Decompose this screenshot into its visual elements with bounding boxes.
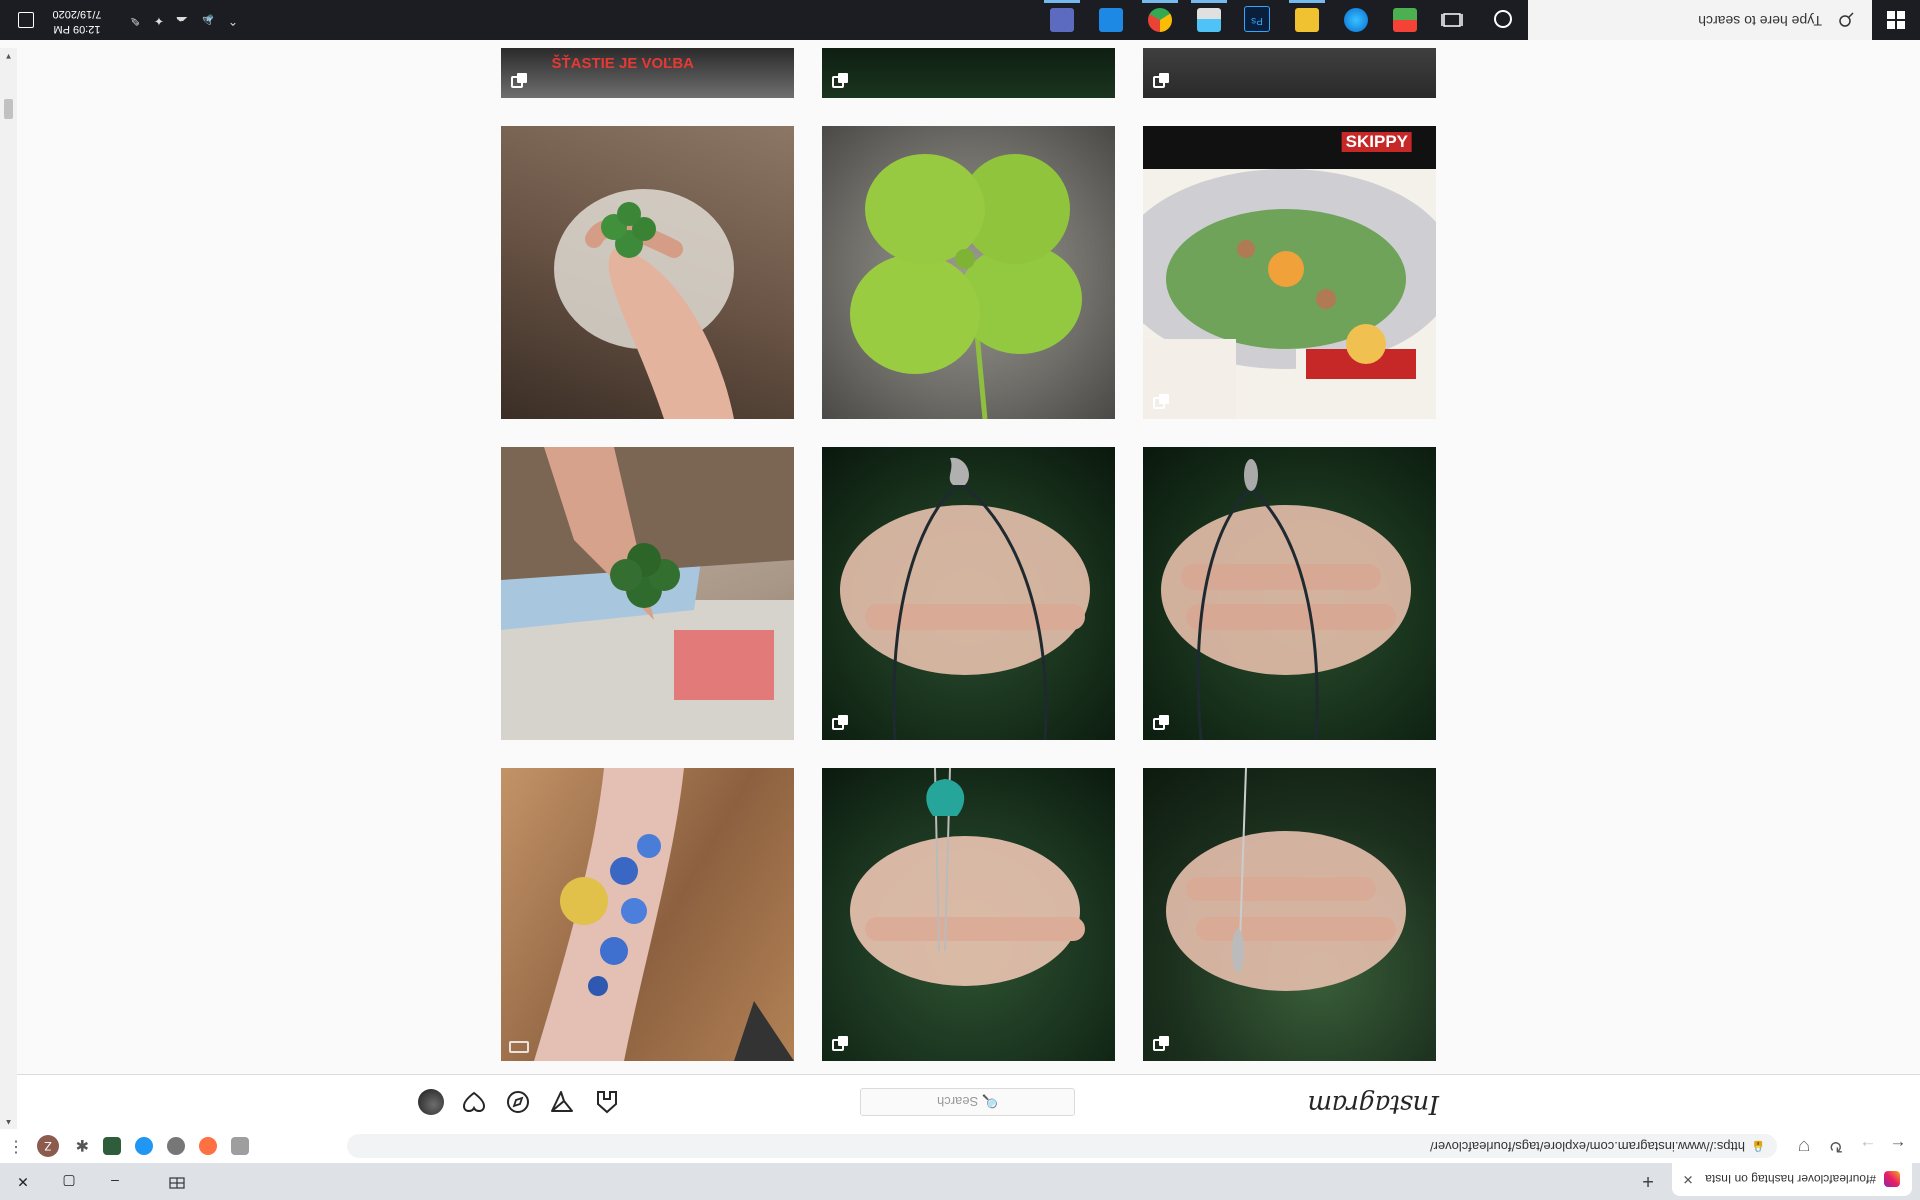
post-thumbnail[interactable] <box>822 126 1115 419</box>
file-explorer-icon[interactable] <box>1295 8 1319 32</box>
file-explorer-active-indicator <box>1289 0 1325 3</box>
post-caption-text: ŠŤASTIE JE VOĽBA <box>551 55 694 72</box>
post-thumbnail[interactable] <box>822 48 1115 98</box>
volume-icon[interactable]: 🔈 <box>199 14 214 28</box>
forward-arrow-icon[interactable]: → <box>1854 1133 1882 1159</box>
multiple-photos-icon <box>511 76 523 88</box>
tab-search-icon[interactable] <box>154 1163 200 1200</box>
multiple-photos-icon <box>1153 76 1165 88</box>
minimize-button[interactable]: – <box>92 1163 138 1200</box>
browser-toolbar: ← → ↻ ⛉ 🔒 https://www.instagram.com/expl… <box>0 1128 1920 1163</box>
reload-icon[interactable]: ↻ <box>1822 1133 1850 1159</box>
mail-active-indicator <box>1191 0 1227 3</box>
multiple-photos-icon <box>1153 1039 1165 1051</box>
screen: #fourleafclover hashtag on Insta ✕ + – ▢… <box>0 0 1920 1200</box>
browser-tab[interactable]: #fourleafclover hashtag on Insta ✕ <box>1672 1163 1912 1196</box>
new-tab-button[interactable]: + <box>1634 1168 1662 1194</box>
maximize-button[interactable]: ▢ <box>46 1163 92 1200</box>
windows-taskbar: Type here to search Ps ⌃ 🔈 ☁ ✦ ✎ 12:09 P… <box>0 0 1920 40</box>
taskbar-search-placeholder: Type here to search <box>1698 13 1822 29</box>
clock-date: 7/19/2020 <box>52 8 102 20</box>
instagram-favicon-icon <box>1884 1171 1900 1188</box>
post-thumbnail[interactable] <box>1143 447 1436 740</box>
lock-icon: 🔒 <box>1751 1140 1765 1152</box>
direct-message-icon[interactable] <box>549 1089 575 1115</box>
post-thumbnail[interactable] <box>501 126 794 419</box>
post-thumbnail[interactable]: ŠŤASTIE JE VOĽBA <box>501 48 794 98</box>
cortana-icon[interactable] <box>1494 10 1512 28</box>
post-thumbnail[interactable] <box>822 447 1115 740</box>
tab-title: #fourleafclover hashtag on Insta <box>1705 1172 1876 1187</box>
settings-gear-app-icon[interactable] <box>1099 8 1123 32</box>
address-bar[interactable]: 🔒 https://www.instagram.com/explore/tags… <box>347 1134 1777 1158</box>
url-text: https://www.instagram.com/explore/tags/f… <box>1429 1139 1745 1154</box>
chrome-icon[interactable] <box>1148 8 1172 32</box>
extension-g-icon[interactable] <box>231 1137 249 1155</box>
profile-avatar[interactable]: Z <box>37 1135 59 1157</box>
photoshop-icon[interactable]: Ps <box>1244 6 1270 32</box>
post-thumbnail[interactable] <box>822 768 1115 1061</box>
search-icon <box>1839 12 1854 27</box>
carousel-icon <box>509 1041 529 1053</box>
tray-chevron-icon[interactable]: ⌃ <box>228 14 238 28</box>
instagram-logo[interactable]: Instagram <box>1308 1089 1439 1119</box>
start-button[interactable] <box>1872 0 1920 40</box>
calculator-app-icon[interactable] <box>1050 8 1074 32</box>
multiple-photos-icon <box>1153 397 1165 409</box>
chrome-active-indicator <box>1142 0 1178 3</box>
dropbox-icon[interactable]: ✦ <box>154 14 164 28</box>
profile-avatar-icon[interactable] <box>418 1089 444 1115</box>
multiple-photos-icon <box>832 718 844 730</box>
taskbar-search-box[interactable]: Type here to search <box>1528 0 1872 40</box>
pen-icon[interactable]: ✎ <box>130 14 140 28</box>
microsoft-store-icon[interactable] <box>1393 8 1417 32</box>
shield-icon[interactable]: ⛉ <box>1790 1133 1818 1159</box>
multiple-photos-icon <box>832 76 844 88</box>
task-view-icon[interactable] <box>1440 8 1464 32</box>
activity-heart-icon[interactable] <box>461 1089 487 1115</box>
taskbar-clock[interactable]: 12:09 PM 7/19/2020 <box>42 6 112 36</box>
search-placeholder: 🔍 Search <box>937 1094 998 1109</box>
post-thumbnail[interactable]: SKIPPY <box>1143 126 1436 419</box>
post-thumbnail[interactable] <box>1143 768 1436 1061</box>
back-arrow-icon[interactable]: ← <box>1884 1133 1912 1159</box>
home-icon[interactable] <box>594 1089 620 1115</box>
clock-time: 12:09 PM <box>53 23 101 35</box>
page-scrollbar[interactable]: ▲ ▼ <box>0 48 17 1129</box>
search-input[interactable]: 🔍 Search <box>860 1088 1075 1116</box>
tab-close-icon[interactable]: ✕ <box>1678 1172 1698 1188</box>
cloud-icon[interactable]: ☁ <box>176 14 188 28</box>
extensions-puzzle-icon[interactable]: ✱ <box>71 1136 89 1155</box>
close-window-button[interactable]: ✕ <box>0 1163 46 1200</box>
extension-blue-icon[interactable] <box>135 1137 153 1155</box>
windows-logo-icon <box>1887 11 1905 29</box>
scroll-up-arrow-icon[interactable]: ▲ <box>0 1118 17 1127</box>
instagram-header: Instagram 🔍 Search <box>17 1074 1920 1129</box>
app-active-indicator <box>1044 0 1080 3</box>
post-caption-text: SKIPPY <box>1341 132 1412 152</box>
scrollbar-thumb[interactable] <box>4 99 13 119</box>
extension-dollar-icon[interactable] <box>103 1137 121 1155</box>
browser-tab-bar: #fourleafclover hashtag on Insta ✕ + – ▢… <box>0 1163 1920 1200</box>
post-thumbnail[interactable] <box>501 447 794 740</box>
menu-kebab-icon[interactable]: ⋮ <box>6 1133 26 1159</box>
post-thumbnail[interactable] <box>1143 48 1436 98</box>
edge-browser-icon[interactable] <box>1344 8 1368 32</box>
multiple-photos-icon <box>832 1039 844 1051</box>
post-thumbnail[interactable] <box>501 768 794 1061</box>
action-center-icon[interactable] <box>18 12 34 28</box>
scroll-down-arrow-icon[interactable]: ▼ <box>0 52 17 61</box>
explore-compass-icon[interactable] <box>505 1089 531 1115</box>
mail-app-icon[interactable] <box>1197 8 1221 32</box>
multiple-photos-icon <box>1153 718 1165 730</box>
extension-grey-circle-icon[interactable] <box>167 1137 185 1155</box>
extension-orange-icon[interactable] <box>199 1137 217 1155</box>
